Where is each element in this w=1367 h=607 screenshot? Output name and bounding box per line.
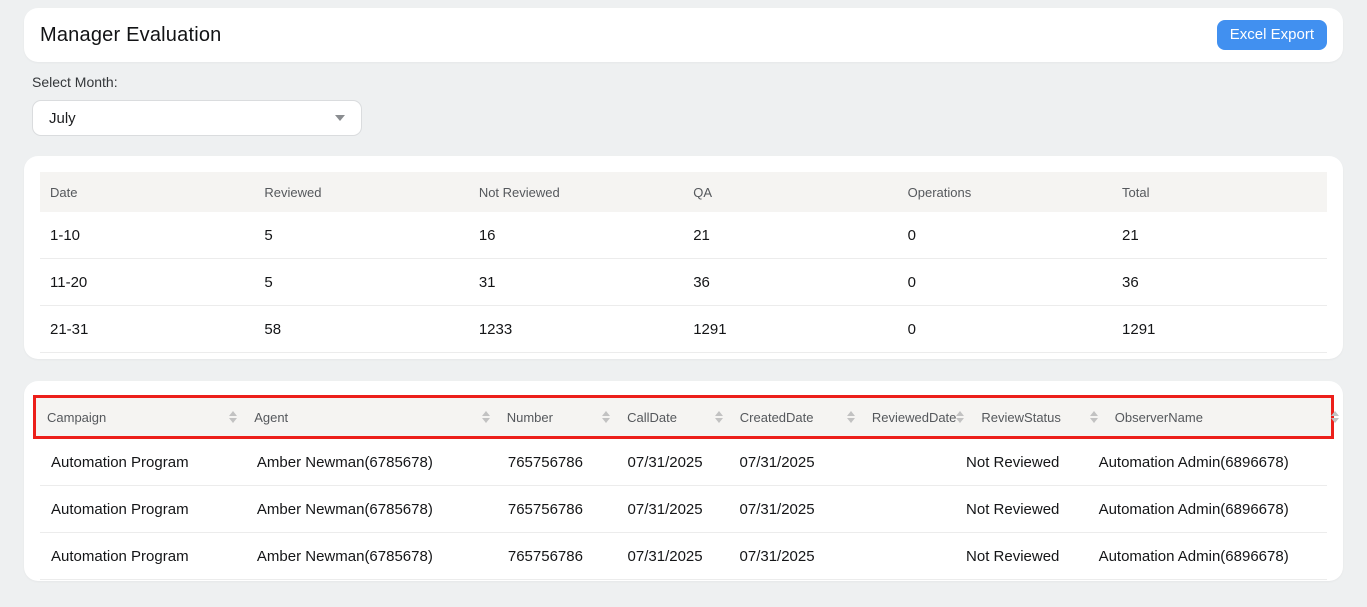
detail-col-reviewstatus-label: ReviewStatus (981, 410, 1060, 425)
summary-cell: 21 (1112, 227, 1326, 244)
detail-cell-observername: Automation Admin(6896678) (1088, 454, 1327, 471)
detail-col-reviewstatus[interactable]: ReviewStatus (970, 410, 1103, 425)
summary-table-header-row: Date Reviewed Not Reviewed QA Operations… (40, 172, 1327, 212)
summary-cell: 1233 (469, 321, 683, 338)
month-filter-section: Select Month: July (32, 74, 1335, 136)
page: Manager Evaluation Excel Export Select M… (0, 0, 1367, 581)
sort-icon[interactable] (602, 411, 610, 423)
detail-cell-createddate: 07/31/2025 (729, 454, 860, 471)
sort-icon[interactable] (1090, 411, 1098, 423)
summary-col-reviewed: Reviewed (254, 185, 468, 200)
summary-table-row: 1-10 5 16 21 0 21 (40, 212, 1327, 259)
summary-cell: 21-31 (40, 321, 254, 338)
detail-col-revieweddate[interactable]: ReviewedDate (861, 410, 971, 425)
summary-cell: 31 (469, 274, 683, 291)
summary-table-card: Date Reviewed Not Reviewed QA Operations… (24, 156, 1343, 359)
summary-col-date: Date (40, 185, 254, 200)
detail-col-calldate-label: CallDate (627, 410, 677, 425)
detail-cell-createddate: 07/31/2025 (729, 501, 860, 518)
detail-table-card: Campaign Agent Number CallDate CreatedDa… (24, 381, 1343, 581)
summary-cell: 21 (683, 227, 897, 244)
sort-icon[interactable] (956, 411, 964, 423)
sort-icon[interactable] (847, 411, 855, 423)
summary-col-total: Total (1112, 185, 1326, 200)
detail-cell-reviewstatus: Not Reviewed (955, 501, 1088, 518)
summary-cell: 0 (898, 227, 1112, 244)
summary-cell: 0 (898, 274, 1112, 291)
summary-cell: 1291 (683, 321, 897, 338)
detail-cell-number: 765756786 (497, 548, 617, 565)
summary-cell: 16 (469, 227, 683, 244)
summary-col-not-reviewed: Not Reviewed (469, 185, 683, 200)
detail-cell-calldate: 07/31/2025 (617, 548, 729, 565)
detail-table-row: Automation Program Amber Newman(6785678)… (40, 439, 1327, 486)
detail-table-header-row-red-annotation: Campaign Agent Number CallDate CreatedDa… (33, 395, 1334, 439)
detail-cell-revieweddate: 07/31/2025 (729, 548, 860, 565)
sort-icon[interactable] (715, 411, 723, 423)
detail-col-campaign-label: Campaign (47, 410, 106, 425)
detail-table-row: Automation Program Amber Newman(6785678)… (40, 486, 1327, 533)
summary-cell: 11-20 (40, 274, 254, 291)
summary-table-row: 11-20 5 31 36 0 36 (40, 259, 1327, 306)
detail-col-observername-label: ObserverName (1115, 410, 1203, 425)
summary-table-row: 21-31 58 1233 1291 0 1291 (40, 306, 1327, 353)
detail-cell-campaign: Automation Program (40, 548, 246, 565)
detail-col-agent[interactable]: Agent (243, 410, 496, 425)
detail-col-agent-label: Agent (254, 410, 288, 425)
sort-icon[interactable] (482, 411, 490, 423)
detail-cell-reviewstatus: Not Reviewed (955, 548, 1088, 565)
chevron-down-icon (335, 115, 345, 121)
summary-col-qa: QA (683, 185, 897, 200)
summary-col-operations: Operations (898, 185, 1112, 200)
summary-cell: 0 (898, 321, 1112, 338)
page-title: Manager Evaluation (40, 24, 222, 47)
summary-cell: 36 (683, 274, 897, 291)
detail-col-calldate[interactable]: CallDate (616, 410, 729, 425)
detail-col-createddate-label: CreatedDate (740, 410, 814, 425)
excel-export-button[interactable]: Excel Export (1217, 20, 1327, 50)
summary-cell: 1-10 (40, 227, 254, 244)
detail-cell-agent: Amber Newman(6785678) (246, 548, 497, 565)
detail-cell-number: 765756786 (497, 501, 617, 518)
detail-cell-number: 765756786 (497, 454, 617, 471)
detail-cell-agent: Amber Newman(6785678) (246, 454, 497, 471)
detail-cell-observername: Automation Admin(6896678) (1088, 548, 1327, 565)
summary-cell: 5 (254, 274, 468, 291)
summary-cell: 36 (1112, 274, 1326, 291)
detail-col-revieweddate-label: ReviewedDate (872, 410, 957, 425)
detail-col-number[interactable]: Number (496, 410, 616, 425)
detail-cell-campaign: Automation Program (40, 501, 246, 518)
sort-icon[interactable] (1331, 411, 1339, 423)
summary-cell: 58 (254, 321, 468, 338)
summary-cell: 1291 (1112, 321, 1326, 338)
detail-cell-calldate: 07/31/2025 (617, 454, 729, 471)
detail-col-campaign[interactable]: Campaign (36, 410, 243, 425)
select-month-label: Select Month: (32, 74, 1335, 90)
detail-cell-campaign: Automation Program (40, 454, 246, 471)
summary-cell: 5 (254, 227, 468, 244)
detail-cell-calldate: 07/31/2025 (617, 501, 729, 518)
detail-cell-agent: Amber Newman(6785678) (246, 501, 497, 518)
detail-col-number-label: Number (507, 410, 553, 425)
detail-col-observername[interactable]: ObserverName (1104, 410, 1345, 425)
detail-col-createddate[interactable]: CreatedDate (729, 410, 861, 425)
detail-cell-reviewstatus: Not Reviewed (955, 454, 1088, 471)
detail-cell-observername: Automation Admin(6896678) (1088, 501, 1327, 518)
detail-table-row: Automation Program Amber Newman(6785678)… (40, 533, 1327, 580)
sort-icon[interactable] (229, 411, 237, 423)
month-dropdown[interactable]: July (32, 100, 362, 136)
month-dropdown-value: July (49, 110, 76, 127)
title-card: Manager Evaluation Excel Export (24, 8, 1343, 62)
